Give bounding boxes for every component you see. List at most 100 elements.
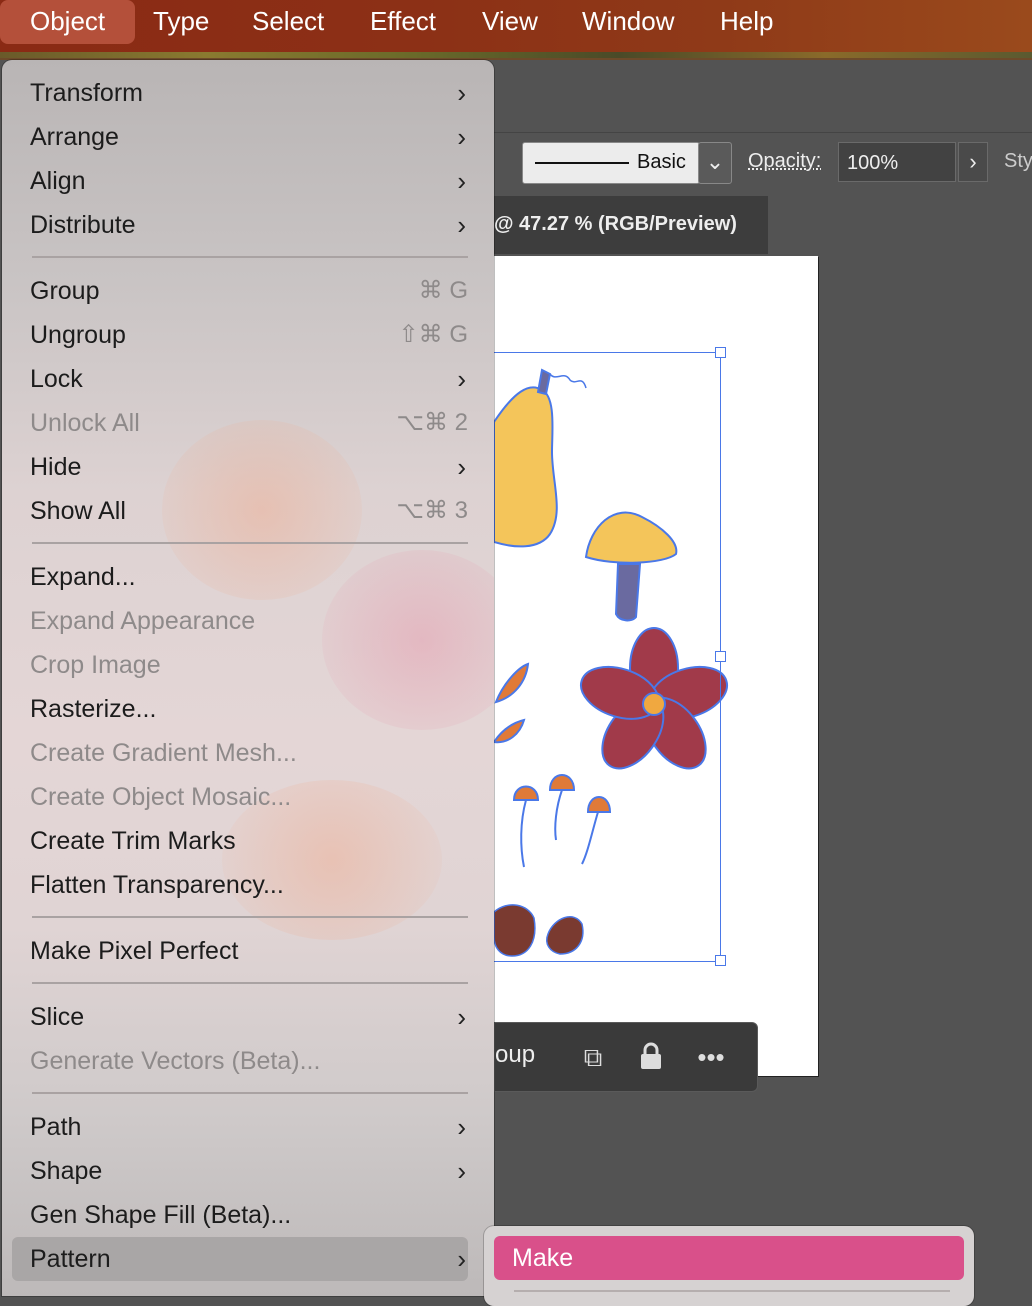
menu-effect[interactable]: Effect: [370, 0, 436, 44]
menu-item-crop-image: Crop Image: [12, 643, 468, 687]
menu-item-label: Create Gradient Mesh...: [30, 739, 297, 767]
menu-item-slice[interactable]: Slice ›: [12, 995, 468, 1039]
menu-item-label: Hide: [30, 453, 82, 481]
chevron-down-icon: ⌄: [705, 149, 725, 174]
stroke-style-field[interactable]: Basic: [522, 142, 700, 184]
menu-item-create-trim-marks[interactable]: Create Trim Marks: [12, 819, 468, 863]
menu-bar: Object Type Select Effect View Window He…: [0, 0, 1032, 58]
selection-bounding-box[interactable]: [494, 352, 721, 962]
menu-item-label: Make Pixel Perfect: [30, 937, 239, 965]
contextual-task-bar: oup ⧉ •••: [494, 1022, 758, 1092]
menu-item-ungroup[interactable]: Ungroup ⇧⌘ G: [12, 313, 468, 357]
chevron-right-icon: ›: [457, 210, 466, 240]
menu-item-arrange[interactable]: Arrange ›: [12, 115, 468, 159]
shortcut-label: ⌥⌘ 2: [396, 409, 468, 436]
stroke-line-preview: [535, 162, 629, 164]
menu-item-label: Path: [30, 1113, 82, 1141]
menu-item-label: Pattern: [30, 1245, 111, 1273]
pattern-submenu: Make: [484, 1226, 974, 1306]
shortcut-label: ⌘ G: [418, 277, 468, 304]
menu-help[interactable]: Help: [720, 0, 773, 44]
menu-type[interactable]: Type: [153, 0, 209, 44]
menu-item-label: Lock: [30, 365, 83, 393]
opacity-label[interactable]: Opacity:: [748, 150, 821, 173]
shortcut-label: ⌥⌘ 3: [396, 497, 468, 524]
menu-item-label: Flatten Transparency...: [30, 871, 284, 899]
menu-item-label: Generate Vectors (Beta)...: [30, 1047, 321, 1075]
menu-item-label: Expand Appearance: [30, 607, 256, 635]
menu-item-lock[interactable]: Lock ›: [12, 357, 468, 401]
selection-handle-top-right[interactable]: [715, 347, 726, 358]
selection-handle-bottom-right[interactable]: [715, 955, 726, 966]
menu-item-distribute[interactable]: Distribute ›: [12, 203, 468, 247]
opacity-arrow-button[interactable]: ›: [958, 142, 988, 182]
menu-item-expand-appearance: Expand Appearance: [12, 599, 468, 643]
menu-item-label: Distribute: [30, 211, 136, 239]
chevron-right-icon: ›: [969, 149, 977, 174]
chevron-right-icon: ›: [457, 166, 466, 196]
menu-item-label: Create Trim Marks: [30, 827, 236, 855]
menu-item-align[interactable]: Align ›: [12, 159, 468, 203]
selection-handle-middle-right[interactable]: [715, 651, 726, 662]
menu-item-group[interactable]: Group ⌘ G: [12, 269, 468, 313]
menu-item-generate-vectors: Generate Vectors (Beta)...: [12, 1039, 468, 1083]
group-button-label[interactable]: oup: [495, 1041, 535, 1069]
menu-item-label: Group: [30, 277, 100, 305]
menu-item-expand[interactable]: Expand...: [12, 555, 468, 599]
menu-item-make-pixel-perfect[interactable]: Make Pixel Perfect: [12, 929, 468, 973]
menu-item-unlock-all: Unlock All ⌥⌘ 2: [12, 401, 468, 445]
menu-item-label: Create Object Mosaic...: [30, 783, 292, 811]
menu-item-show-all[interactable]: Show All ⌥⌘ 3: [12, 489, 468, 533]
menu-view[interactable]: View: [482, 0, 538, 44]
menu-item-create-gradient-mesh: Create Gradient Mesh...: [12, 731, 468, 775]
lock-icon[interactable]: [635, 1041, 667, 1073]
menu-item-hide[interactable]: Hide ›: [12, 445, 468, 489]
menubar-decoration: [0, 52, 1032, 58]
menu-item-label: Rasterize...: [30, 695, 157, 723]
stroke-style-label: Basic: [637, 151, 686, 173]
menu-item-label: Transform: [30, 79, 143, 107]
control-bar: [494, 60, 1032, 132]
object-menu: Transform › Arrange › Align › Distribute › G…: [2, 60, 494, 1296]
menu-separator: [32, 1092, 468, 1094]
menu-select[interactable]: Select: [252, 0, 324, 44]
menu-item-label: Ungroup: [30, 321, 126, 349]
menu-item-label: Expand...: [30, 563, 136, 591]
menu-item-create-object-mosaic: Create Object Mosaic...: [12, 775, 468, 819]
menu-separator: [32, 542, 468, 544]
menu-item-label: Shape: [30, 1157, 103, 1185]
chevron-right-icon: ›: [457, 1244, 466, 1274]
menu-window[interactable]: Window: [582, 0, 674, 44]
style-label[interactable]: Sty: [1004, 150, 1032, 173]
chevron-right-icon: ›: [457, 122, 466, 152]
stroke-style-dropdown[interactable]: ⌄: [698, 142, 732, 184]
chevron-right-icon: ›: [457, 364, 466, 394]
menu-item-label: Crop Image: [30, 651, 161, 679]
chevron-right-icon: ›: [457, 78, 466, 108]
submenu-item-make[interactable]: Make: [494, 1236, 964, 1280]
menu-item-label: Align: [30, 167, 86, 195]
menu-separator: [514, 1290, 950, 1292]
menu-item-shape[interactable]: Shape ›: [12, 1149, 468, 1193]
menu-item-label: Slice: [30, 1003, 85, 1031]
menu-item-label: Show All: [30, 497, 126, 525]
chevron-right-icon: ›: [457, 1112, 466, 1142]
chevron-right-icon: ›: [457, 1002, 466, 1032]
chevron-right-icon: ›: [457, 1156, 466, 1186]
duplicate-icon[interactable]: ⧉: [577, 1041, 609, 1073]
menu-separator: [32, 256, 468, 258]
menu-item-transform[interactable]: Transform ›: [12, 71, 468, 115]
opacity-input[interactable]: 100%: [838, 142, 956, 182]
menu-item-gen-shape-fill[interactable]: Gen Shape Fill (Beta)...: [12, 1193, 468, 1237]
menu-item-label: Gen Shape Fill (Beta)...: [30, 1201, 292, 1229]
menu-item-pattern[interactable]: Pattern ›: [12, 1237, 468, 1281]
tab-strip: [768, 196, 1032, 254]
menu-item-rasterize[interactable]: Rasterize...: [12, 687, 468, 731]
menu-object[interactable]: Object: [0, 0, 136, 44]
document-tab[interactable]: @ 47.27 % (RGB/Preview): [494, 196, 768, 254]
menu-separator: [32, 916, 468, 918]
more-options-icon[interactable]: •••: [695, 1041, 727, 1073]
menu-item-path[interactable]: Path ›: [12, 1105, 468, 1149]
shortcut-label: ⇧⌘ G: [398, 321, 468, 348]
menu-item-flatten-transparency[interactable]: Flatten Transparency...: [12, 863, 468, 907]
